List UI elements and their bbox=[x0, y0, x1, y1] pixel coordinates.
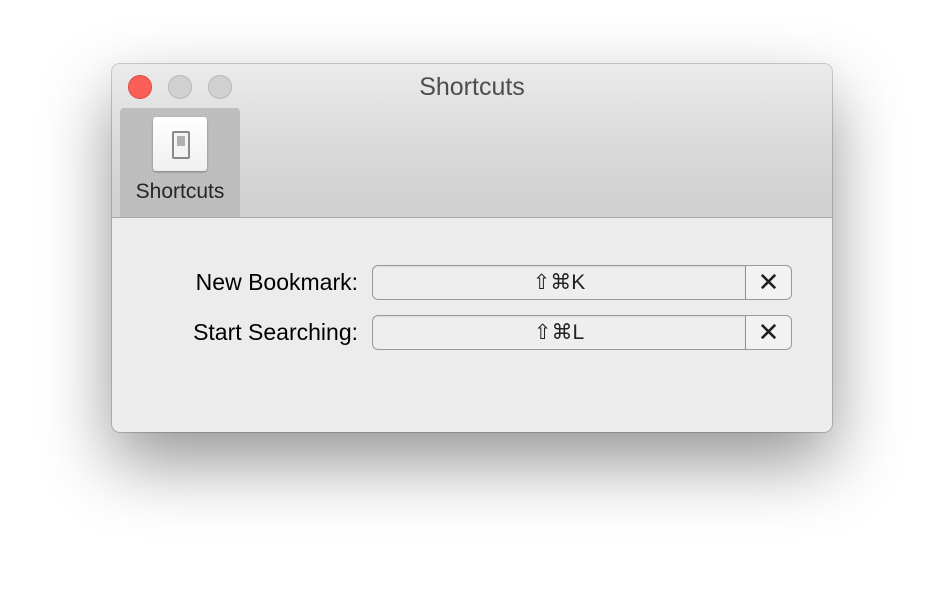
toolbar-item-label: Shortcuts bbox=[135, 180, 225, 203]
shortcut-label: New Bookmark: bbox=[195, 269, 358, 295]
window-title: Shortcuts bbox=[419, 73, 525, 101]
shortcut-row-new-bookmark: New Bookmark: ⇧⌘K ✕ bbox=[112, 265, 832, 301]
preferences-window: Shortcuts Shortcuts New Bookmark: ⇧⌘K ✕ … bbox=[112, 64, 832, 432]
toolbar-item-shortcuts[interactable]: Shortcuts bbox=[120, 108, 240, 217]
shortcut-recorder-field[interactable]: ⇧⌘K bbox=[372, 265, 746, 300]
shortcut-row-start-searching: Start Searching: ⇧⌘L ✕ bbox=[112, 315, 832, 351]
shortcut-label: Start Searching: bbox=[193, 319, 358, 345]
clear-shortcut-button[interactable]: ✕ bbox=[745, 265, 792, 300]
titlebar: Shortcuts Shortcuts bbox=[112, 64, 832, 218]
clear-shortcut-button[interactable]: ✕ bbox=[745, 315, 792, 350]
shortcut-recorder-field[interactable]: ⇧⌘L bbox=[372, 315, 746, 350]
switch-icon bbox=[153, 117, 207, 171]
